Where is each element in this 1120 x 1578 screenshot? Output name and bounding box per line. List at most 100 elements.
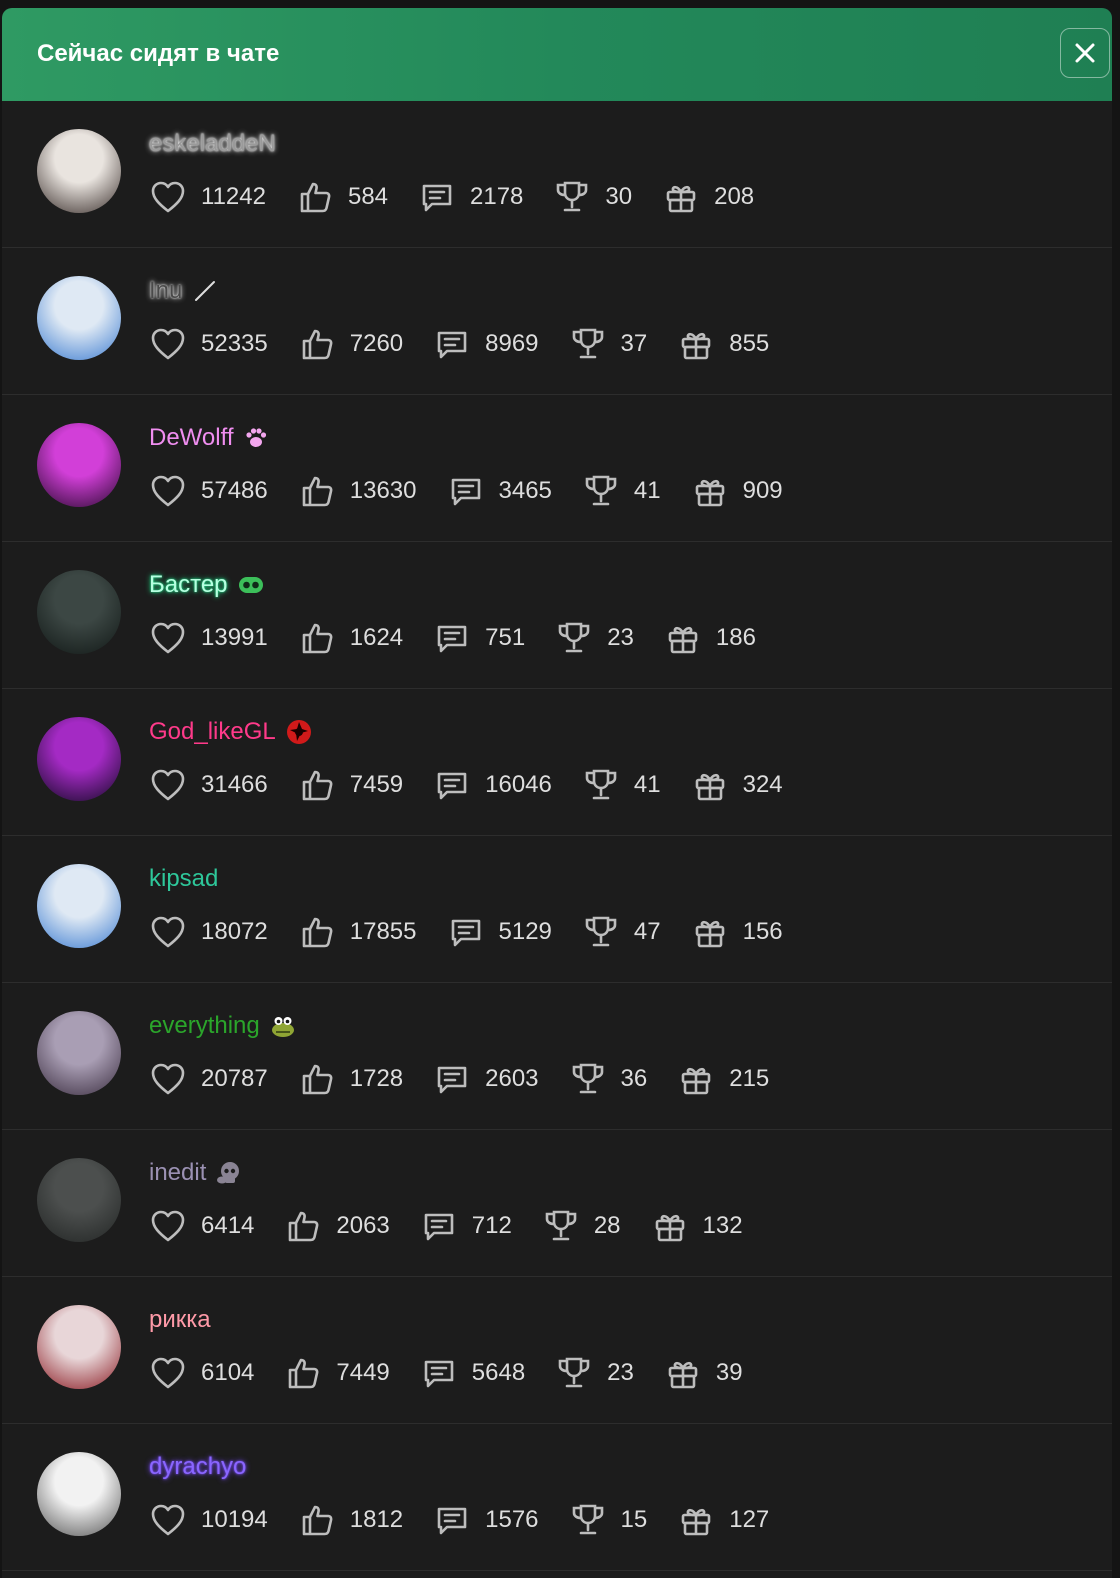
stat-trophies-value: 47 (633, 918, 661, 945)
nickname-line: рикка (149, 1305, 211, 1335)
user-stats: 18072 17855 5129 47 156 (149, 912, 813, 952)
stat-messages-value: 751 (485, 624, 526, 651)
stat-trophies: 47 (582, 913, 661, 951)
stat-thumbs-value: 17855 (349, 918, 417, 945)
avatar[interactable] (37, 570, 121, 654)
user-stats: 52335 7260 8969 37 855 (149, 324, 799, 364)
stat-gifts: 156 (691, 913, 783, 951)
avatar[interactable] (37, 423, 121, 507)
stat-messages: 16046 (433, 766, 552, 804)
stat-trophies: 37 (569, 325, 647, 363)
trophy-icon (572, 328, 603, 359)
close-button[interactable] (1060, 28, 1110, 78)
stat-thumbs-value: 7260 (349, 330, 404, 357)
stat-gifts: 186 (664, 619, 756, 657)
stat-thumbs: 1728 (298, 1060, 403, 1098)
nickname[interactable]: рикка (149, 1306, 211, 1334)
stat-messages-value: 5129 (498, 918, 552, 945)
stat-trophies-value: 41 (633, 477, 661, 504)
stat-thumbs-value: 1812 (349, 1506, 404, 1533)
stat-messages: 5129 (447, 913, 552, 951)
nickname[interactable]: eskeladdeN (149, 130, 276, 158)
nickname-line: Inu (149, 276, 218, 306)
stat-messages: 2603 (433, 1060, 539, 1098)
user-stats: 10194 1812 1576 15 127 (149, 1500, 799, 1540)
user-row[interactable]: DeWolff 57486 13630 3465 41 909 (2, 395, 1112, 542)
message-icon (424, 1360, 454, 1388)
stat-likes: 18072 (149, 913, 268, 951)
thumbs-up-icon (302, 917, 333, 948)
avatar[interactable] (37, 717, 121, 801)
user-row[interactable]: everything 20787 1728 2603 36 215 (2, 983, 1112, 1130)
user-row[interactable]: dyrachyo 10194 1812 1576 15 127 (2, 1424, 1112, 1571)
user-row[interactable]: kipsad 18072 17855 5129 47 156 (2, 836, 1112, 983)
message-icon (424, 1213, 454, 1241)
stat-likes: 52335 (149, 325, 268, 363)
stat-likes-value: 52335 (201, 330, 268, 357)
stat-thumbs: 13630 (298, 472, 417, 510)
user-row[interactable]: eskeladdeN 11242 584 2178 30 208 (2, 101, 1112, 248)
trophy-icon (558, 622, 590, 653)
stat-likes: 57486 (149, 472, 268, 510)
thumbs-up-icon (302, 1064, 333, 1095)
message-icon (437, 625, 467, 653)
heart-icon (151, 328, 185, 360)
stat-messages: 5648 (420, 1354, 525, 1392)
message-icon (437, 331, 467, 359)
stat-likes: 6414 (149, 1207, 254, 1245)
user-row[interactable]: inedit 6414 2063 712 28 132 (2, 1130, 1112, 1277)
heart-icon (151, 916, 185, 948)
stat-gifts: 39 (664, 1354, 743, 1392)
gift-icon (681, 332, 711, 360)
stat-thumbs-value: 1624 (349, 624, 404, 651)
stat-trophies-value: 36 (620, 1065, 648, 1092)
gift-icon (681, 1067, 711, 1095)
nickname[interactable]: inedit (149, 1159, 206, 1187)
trophy-icon (558, 1357, 590, 1388)
avatar[interactable] (37, 1158, 121, 1242)
nickname[interactable]: Inu (149, 277, 182, 305)
stat-gifts-value: 215 (729, 1065, 770, 1092)
nickname[interactable]: kipsad (149, 865, 218, 893)
nickname[interactable]: everything (149, 1012, 260, 1040)
nickname[interactable]: Бастер (149, 571, 228, 599)
user-row[interactable]: рикка 6104 7449 5648 23 39 (2, 1277, 1112, 1424)
user-row[interactable]: God_likeGL 31466 7459 16046 41 324 (2, 689, 1112, 836)
trophy-icon (572, 1063, 603, 1094)
close-icon (1075, 43, 1095, 63)
stat-gifts: 215 (677, 1060, 769, 1098)
stat-trophies: 41 (582, 766, 661, 804)
gift-icon (695, 773, 724, 801)
nickname[interactable]: God_likeGL (149, 718, 276, 746)
nickname[interactable]: DeWolff (149, 424, 233, 452)
heart-icon (151, 1504, 185, 1536)
avatar[interactable] (37, 276, 121, 360)
sharingan-icon (286, 719, 312, 745)
user-row[interactable]: Бастер 13991 1624 751 23 186 (2, 542, 1112, 689)
avatar[interactable] (37, 1305, 121, 1389)
stat-messages-value: 1576 (485, 1506, 539, 1533)
stat-trophies-value: 41 (633, 771, 661, 798)
stat-gifts-value: 127 (729, 1506, 770, 1533)
stat-thumbs: 584 (296, 178, 388, 216)
stat-likes-value: 11242 (201, 183, 266, 210)
trophy-icon (545, 1210, 577, 1241)
user-row[interactable]: Inu 52335 7260 8969 37 855 (2, 248, 1112, 395)
stat-messages: 712 (420, 1207, 512, 1245)
message-icon (437, 772, 467, 800)
avatar[interactable] (37, 864, 121, 948)
stat-messages-value: 8969 (485, 330, 539, 357)
avatar[interactable] (37, 1011, 121, 1095)
stat-messages: 3465 (447, 472, 552, 510)
nickname[interactable]: dyrachyo (149, 1453, 246, 1481)
avatar[interactable] (37, 129, 121, 213)
stat-thumbs-value: 7459 (349, 771, 404, 798)
stat-messages: 8969 (433, 325, 539, 363)
trophy-icon (585, 769, 617, 800)
user-stats: 31466 7459 16046 41 324 (149, 765, 813, 805)
gift-icon (695, 479, 724, 507)
avatar[interactable] (37, 1452, 121, 1536)
stat-likes-value: 20787 (201, 1065, 268, 1092)
stat-likes-value: 6104 (201, 1359, 255, 1386)
trophy-icon (585, 475, 617, 506)
